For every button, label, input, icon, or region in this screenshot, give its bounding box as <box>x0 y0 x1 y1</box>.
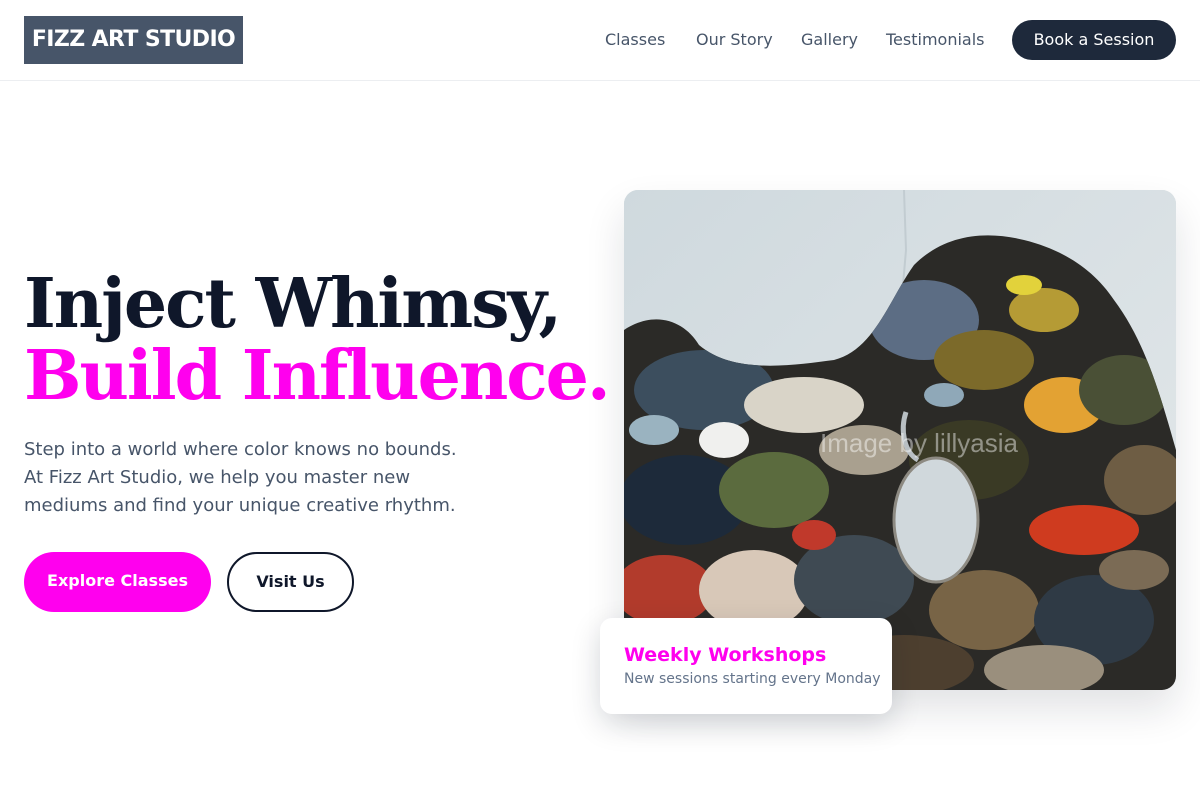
headline-line-1: Inject Whimsy, <box>24 264 562 344</box>
headline-line-2: Build Influence. <box>24 336 611 416</box>
card-title: Weekly Workshops <box>624 644 827 666</box>
hero-description: Step into a world where color knows no b… <box>24 439 457 516</box>
explore-classes-button[interactable]: Explore Classes <box>24 552 211 612</box>
image-watermark: Image by lillyasia <box>820 428 1019 458</box>
site-logo[interactable]: FIZZ ART STUDIO <box>24 16 243 64</box>
visit-us-button[interactable]: Visit Us <box>227 552 354 612</box>
card-subtitle: New sessions starting every Monday <box>624 671 881 687</box>
paint-palette-image: Image by lillyasia <box>624 190 1176 690</box>
book-session-button[interactable]: Book a Session <box>1012 20 1176 60</box>
nav-link-our-story[interactable]: Our Story <box>696 28 773 52</box>
nav-link-gallery[interactable]: Gallery <box>801 28 858 52</box>
weekly-workshops-card[interactable]: Weekly Workshops New sessions starting e… <box>600 618 892 714</box>
nav-link-testimonials[interactable]: Testimonials <box>886 28 985 52</box>
hero-headline: Inject Whimsy, Build Influence. <box>24 264 611 416</box>
hero-image-paint-palette: Image by lillyasia <box>624 190 1176 690</box>
site-header: FIZZ ART STUDIO Classes Our Story Galler… <box>0 0 1200 81</box>
nav-link-classes[interactable]: Classes <box>605 28 665 52</box>
